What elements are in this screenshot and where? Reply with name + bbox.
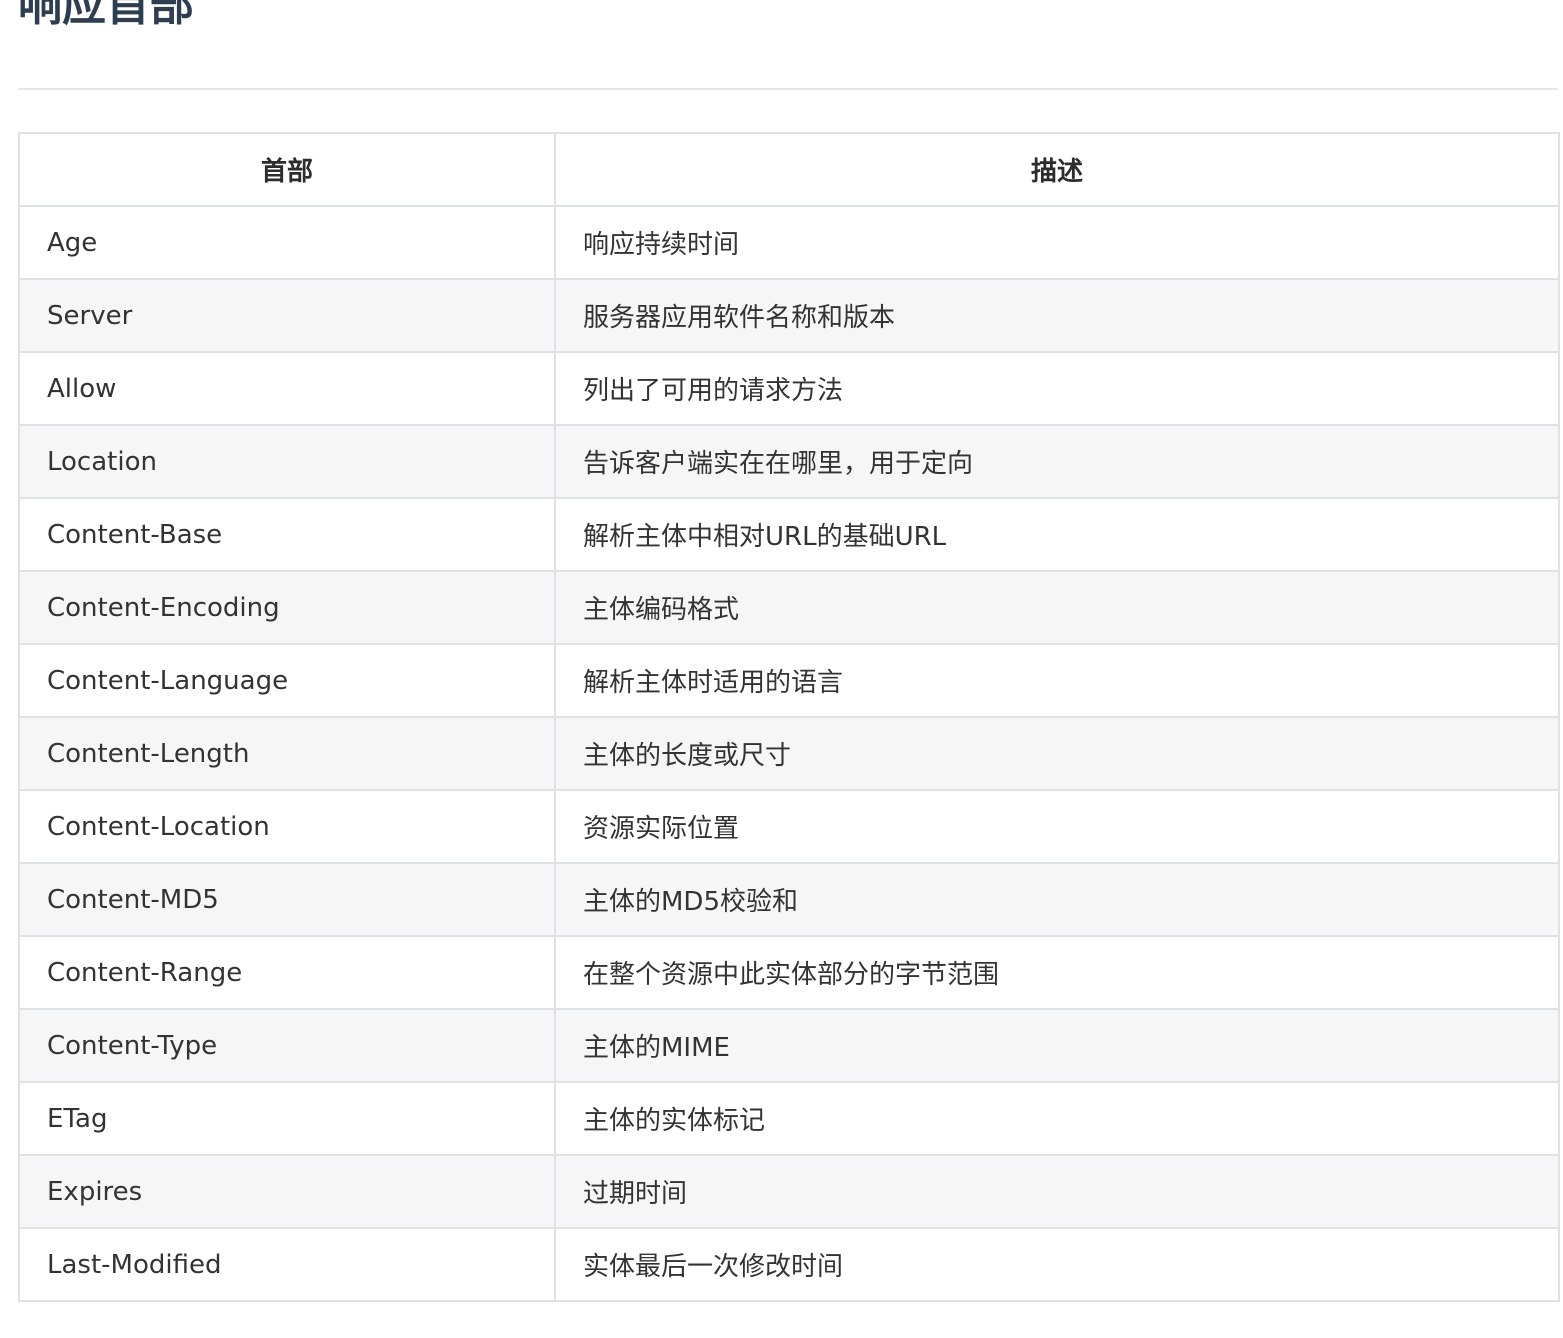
header-name-cell: Content-MD5: [18, 862, 556, 937]
description-cell: 列出了可用的请求方法: [554, 351, 1560, 426]
description-cell: 主体的实体标记: [554, 1081, 1560, 1156]
table-row: Age 响应持续时间: [18, 205, 1560, 280]
header-name-cell: Server: [18, 278, 556, 353]
description-cell: 服务器应用软件名称和版本: [554, 278, 1560, 353]
heading-divider: [18, 88, 1558, 90]
table-row: Location 告诉客户端实在在哪里，用于定向: [18, 424, 1560, 499]
table-row: Server 服务器应用软件名称和版本: [18, 278, 1560, 353]
table-row: Content-Length 主体的长度或尺寸: [18, 716, 1560, 791]
column-header-header: 首部: [18, 132, 556, 207]
description-cell: 实体最后一次修改时间: [554, 1227, 1560, 1302]
header-name-cell: Content-Base: [18, 497, 556, 572]
page-heading: 响应首部: [18, 0, 194, 31]
table-row: Content-Type 主体的MIME: [18, 1008, 1560, 1083]
header-name-cell: Location: [18, 424, 556, 499]
description-cell: 主体的MIME: [554, 1008, 1560, 1083]
table-row: Content-MD5 主体的MD5校验和: [18, 862, 1560, 937]
table-header-row: 首部 描述: [18, 132, 1560, 207]
header-name-cell: Age: [18, 205, 556, 280]
description-cell: 主体的MD5校验和: [554, 862, 1560, 937]
table-row: Expires 过期时间: [18, 1154, 1560, 1229]
header-name-cell: Content-Encoding: [18, 570, 556, 645]
table-row: Content-Range 在整个资源中此实体部分的字节范围: [18, 935, 1560, 1010]
header-name-cell: Last-Modified: [18, 1227, 556, 1302]
table-row: Content-Language 解析主体时适用的语言: [18, 643, 1560, 718]
table-row: Content-Encoding 主体编码格式: [18, 570, 1560, 645]
description-cell: 过期时间: [554, 1154, 1560, 1229]
header-name-cell: ETag: [18, 1081, 556, 1156]
description-cell: 主体编码格式: [554, 570, 1560, 645]
table-row: Content-Location 资源实际位置: [18, 789, 1560, 864]
header-name-cell: Content-Type: [18, 1008, 556, 1083]
header-name-cell: Expires: [18, 1154, 556, 1229]
table-row: Allow 列出了可用的请求方法: [18, 351, 1560, 426]
header-name-cell: Allow: [18, 351, 556, 426]
description-cell: 在整个资源中此实体部分的字节范围: [554, 935, 1560, 1010]
response-headers-table: 首部 描述 Age 响应持续时间 Server 服务器应用软件名称和版本 All…: [18, 132, 1560, 1302]
header-name-cell: Content-Location: [18, 789, 556, 864]
header-name-cell: Content-Length: [18, 716, 556, 791]
table-row: ETag 主体的实体标记: [18, 1081, 1560, 1156]
column-header-description: 描述: [554, 132, 1560, 207]
description-cell: 响应持续时间: [554, 205, 1560, 280]
table-row: Last-Modified 实体最后一次修改时间: [18, 1227, 1560, 1302]
description-cell: 资源实际位置: [554, 789, 1560, 864]
description-cell: 主体的长度或尺寸: [554, 716, 1560, 791]
description-cell: 解析主体时适用的语言: [554, 643, 1560, 718]
description-cell: 告诉客户端实在在哪里，用于定向: [554, 424, 1560, 499]
description-cell: 解析主体中相对URL的基础URL: [554, 497, 1560, 572]
table-row: Content-Base 解析主体中相对URL的基础URL: [18, 497, 1560, 572]
header-name-cell: Content-Language: [18, 643, 556, 718]
header-name-cell: Content-Range: [18, 935, 556, 1010]
